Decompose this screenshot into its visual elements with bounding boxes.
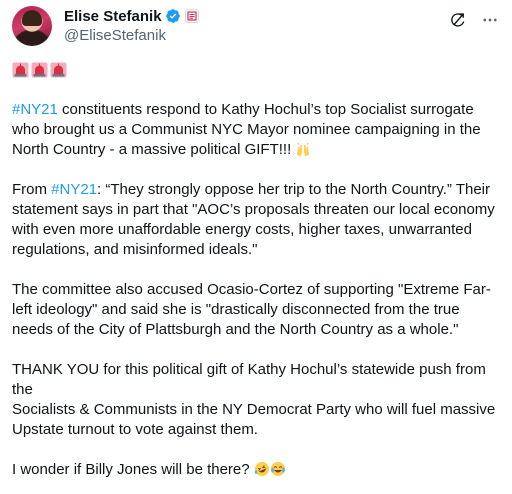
text: constituents respond to Kathy Hochul’s t… — [57, 101, 474, 118]
text: I wonder if Billy Jones will be there? — [12, 461, 254, 478]
grok-icon[interactable] — [448, 10, 468, 30]
paragraph-4: THANK YOU for this political gift of Kat… — [12, 360, 500, 440]
affiliation-badge-icon[interactable] — [184, 9, 199, 23]
tweet-text: #NY21 constituents respond to Kathy Hoch… — [12, 60, 500, 480]
handle[interactable]: @EliseStefanik — [64, 26, 199, 46]
siren-emoji-icon — [50, 62, 67, 78]
text: regulations, and misinformed ideals." — [12, 241, 258, 258]
text: The committee also accused Ocasio-Cortez… — [12, 281, 491, 298]
verified-badge-icon[interactable] — [165, 8, 181, 24]
paragraph-1: #NY21 constituents respond to Kathy Hoch… — [12, 100, 500, 160]
siren-row — [12, 60, 500, 80]
name-row: Elise Stefanik — [64, 6, 199, 26]
paragraph-2: From #NY21: “They strongly oppose her tr… — [12, 180, 500, 260]
text: Socialists & Communists in the NY Democr… — [12, 401, 496, 418]
siren-emoji-icon — [12, 62, 29, 78]
tweet: Elise Stefanik @EliseStefanik #NY21 cons… — [0, 0, 512, 494]
hashtag-ny21[interactable]: #NY21 — [51, 181, 97, 198]
joy-emoji-icon — [270, 461, 286, 477]
text: with even more unaffordable energy costs… — [12, 221, 472, 238]
text: the — [12, 381, 33, 398]
header-actions — [448, 10, 500, 30]
paragraph-5: I wonder if Billy Jones will be there? — [12, 460, 500, 480]
siren-emoji-icon — [31, 62, 48, 78]
hashtag-ny21[interactable]: #NY21 — [12, 101, 58, 118]
text: THANK YOU for this political gift of Kat… — [12, 361, 486, 378]
paragraph-3: The committee also accused Ocasio-Cortez… — [12, 280, 500, 340]
text: statement says in part that "AOC’s propo… — [12, 201, 495, 218]
tweet-header: Elise Stefanik @EliseStefanik — [12, 4, 500, 48]
text: North Country - a massive political GIFT… — [12, 141, 296, 158]
more-icon[interactable] — [480, 10, 500, 30]
raising-hands-emoji-icon — [295, 141, 311, 157]
text: needs of the City of Plattsburgh and the… — [12, 321, 459, 338]
rofl-emoji-icon — [254, 461, 270, 477]
text: Upstate turnout to vote against them. — [12, 421, 258, 438]
text: who brought us a Communist NYC Mayor nom… — [12, 121, 481, 138]
display-name[interactable]: Elise Stefanik — [64, 8, 162, 25]
text: : “They strongly oppose her trip to the … — [97, 181, 490, 198]
text: left ideology" and said she is "drastica… — [12, 301, 460, 318]
author-info: Elise Stefanik @EliseStefanik — [64, 6, 199, 46]
avatar[interactable] — [12, 6, 52, 46]
text: From — [12, 181, 52, 198]
